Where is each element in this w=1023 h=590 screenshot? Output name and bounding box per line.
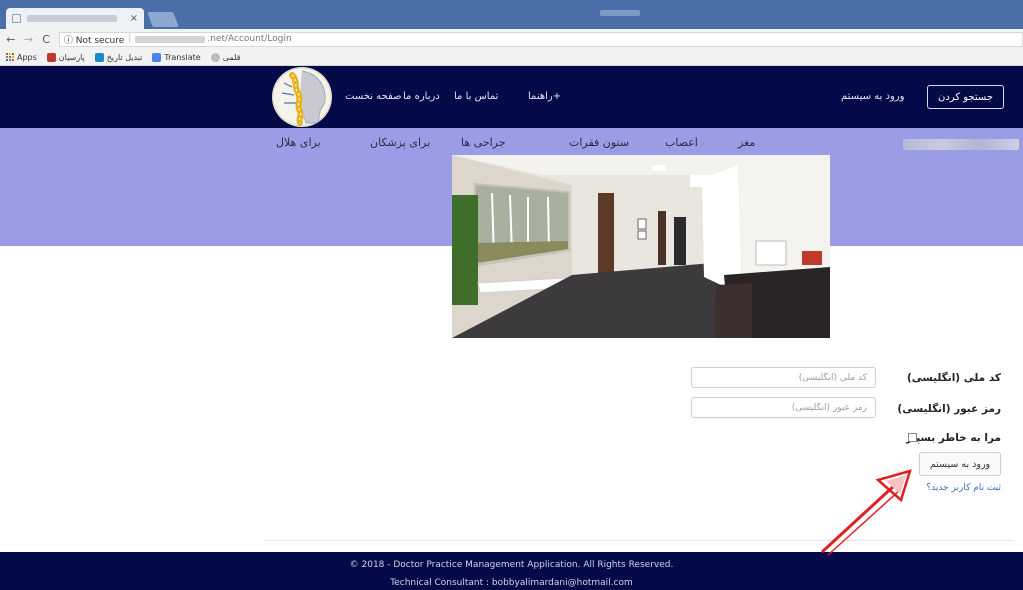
spine-logo-icon[interactable] — [272, 67, 332, 127]
nav-about[interactable]: درباره ما — [403, 91, 440, 102]
favicon-icon — [12, 14, 21, 23]
reload-icon[interactable]: C — [39, 33, 53, 46]
category-for-hilal[interactable]: برای هلال — [276, 136, 321, 149]
login-submit-button[interactable]: ورود به سیستم — [919, 452, 1001, 476]
window-title-blurred — [600, 10, 640, 16]
nav-help-dropdown[interactable]: راهنما+ — [528, 91, 561, 102]
bookmark-date-icon — [94, 52, 104, 62]
bookmark-label: Translate — [164, 52, 201, 62]
tab-close-icon[interactable]: × — [130, 13, 138, 24]
remember-me-checkbox[interactable] — [908, 433, 917, 442]
new-tab-button[interactable] — [147, 12, 179, 27]
nav-home[interactable]: صفحه نخست — [345, 91, 402, 102]
bookmark-apps[interactable]: Apps — [6, 53, 37, 62]
search-button[interactable]: جستجو کردن — [927, 85, 1004, 109]
url-path: .net/Account/Login — [207, 34, 292, 44]
category-nerves[interactable]: اعصاب — [665, 136, 698, 149]
browser-tab-strip: × — [0, 0, 1023, 29]
content-divider — [264, 540, 1014, 541]
bookmark-date-converter[interactable]: تبدیل تاریخ — [94, 52, 143, 62]
bookmark-label: پارسیان — [58, 52, 85, 62]
url-separator: | — [128, 34, 132, 44]
nav-contact[interactable]: تماس با ما — [454, 91, 498, 102]
password-input[interactable] — [691, 397, 876, 418]
bookmark-parsian[interactable]: پارسیان — [46, 52, 85, 62]
remember-me-label: مرا به خاطر بسپار — [906, 432, 1001, 444]
back-icon[interactable]: ← — [4, 33, 18, 46]
bookmark-ghalami-icon — [210, 52, 220, 62]
bookmark-label: قلمی — [222, 52, 241, 62]
category-for-doctors[interactable]: برای پزشکان — [370, 136, 430, 149]
national-code-input[interactable] — [691, 367, 876, 388]
url-host-blurred — [135, 35, 206, 43]
apps-grid-icon — [6, 53, 14, 61]
category-brain[interactable]: مغز — [738, 136, 755, 149]
password-label: رمز عبور (انگلیسی) — [897, 403, 1001, 415]
bookmark-label: Apps — [17, 52, 37, 62]
tab-title-blurred — [27, 15, 117, 22]
site-header: صفحه نخست درباره ما تماس با ما راهنما+ و… — [0, 66, 1023, 128]
translate-icon — [152, 52, 162, 62]
bookmark-parsian-icon — [46, 52, 56, 62]
browser-tab[interactable]: × — [6, 8, 144, 29]
forward-icon[interactable]: → — [22, 33, 36, 46]
national-code-label: کد ملی (انگلیسی) — [906, 372, 1001, 384]
category-spine[interactable]: ستون فقرات — [569, 136, 629, 149]
page-root: × ← → C ⓘ Not secure | .net/Account/Logi… — [0, 0, 1023, 590]
security-indicator[interactable]: ⓘ Not secure — [64, 33, 124, 46]
bookmarks-bar: Apps پارسیان تبدیل تاریخ Translate قلمی — [0, 49, 1023, 66]
site-footer: © 2018 - Doctor Practice Management Appl… — [0, 552, 1023, 590]
category-surgery[interactable]: جراحی ها — [461, 136, 506, 149]
bookmark-translate[interactable]: Translate — [152, 52, 201, 62]
header-login-link[interactable]: ورود به سیستم — [841, 91, 904, 102]
bookmark-label: تبدیل تاریخ — [106, 52, 143, 62]
address-bar-row: ← → C ⓘ Not secure | .net/Account/Login — [0, 29, 1023, 49]
url-input[interactable]: ⓘ Not secure | .net/Account/Login — [58, 31, 1023, 47]
bookmark-ghalami[interactable]: قلمی — [210, 52, 241, 62]
footer-copyright: © 2018 - Doctor Practice Management Appl… — [349, 560, 674, 570]
category-blurred-text — [903, 139, 1019, 150]
footer-consultant: Technical Consultant : bobbyalimardani@h… — [390, 578, 633, 588]
hero-office-image — [452, 155, 830, 338]
register-link[interactable]: ثبت نام کاربر جدید؟ — [926, 483, 1001, 493]
